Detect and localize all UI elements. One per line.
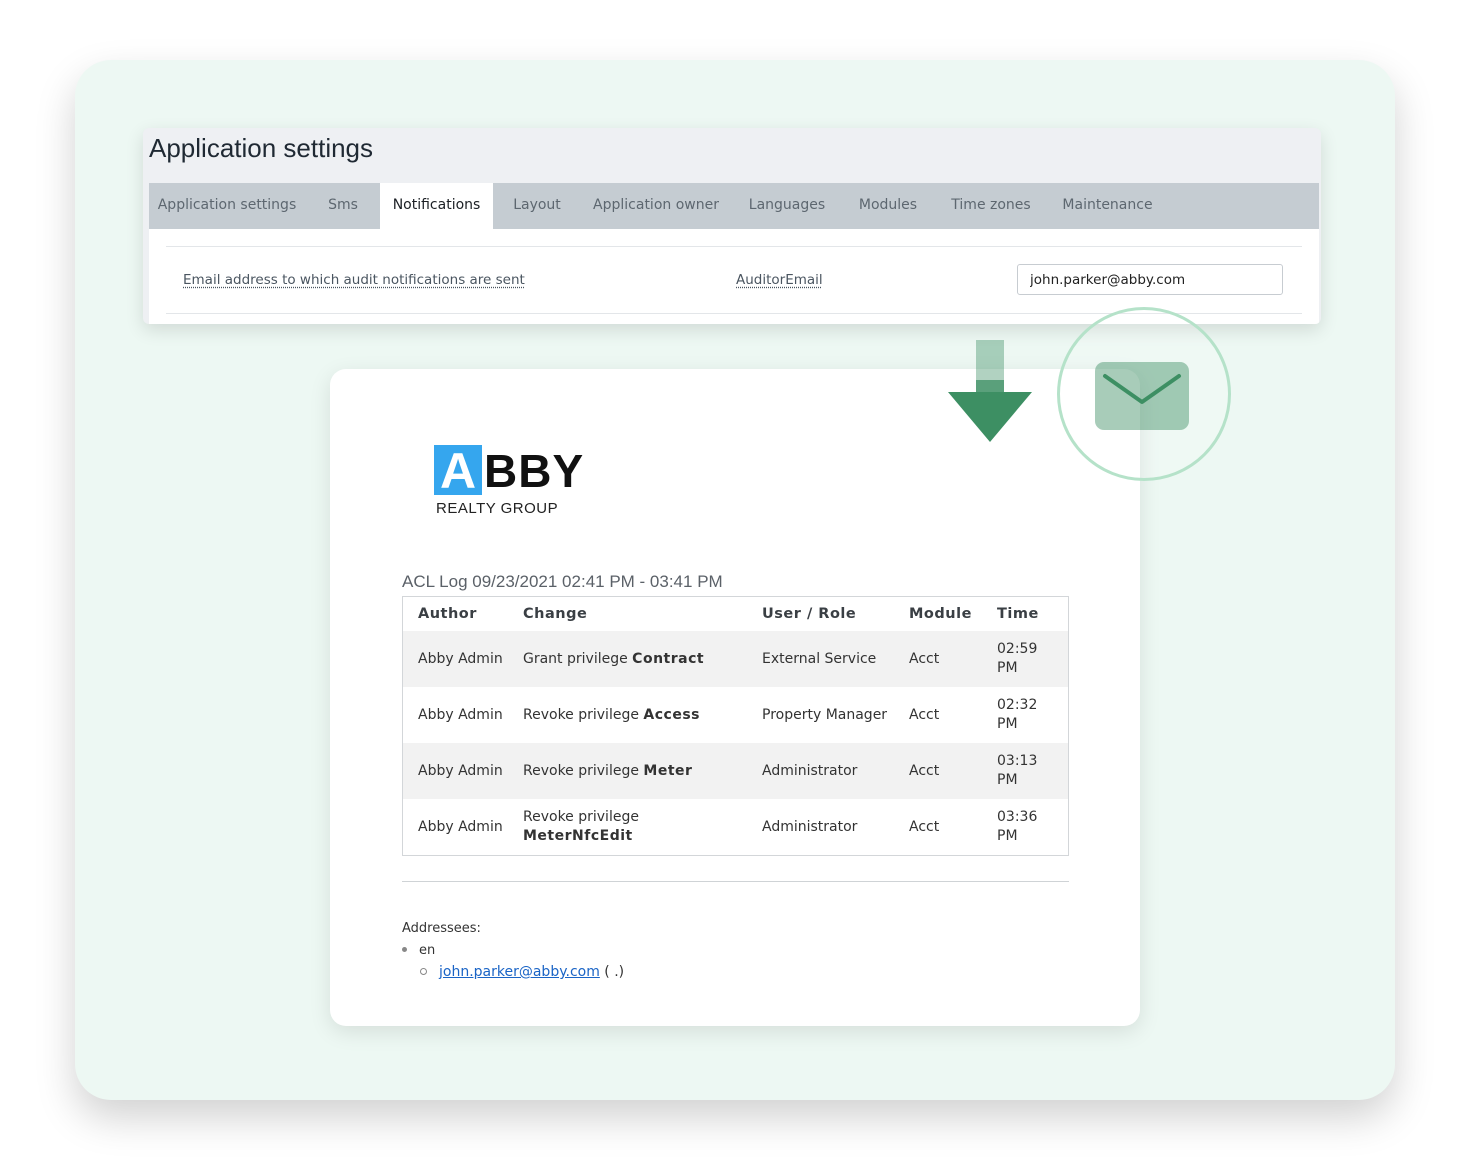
tab-languages[interactable]: Languages (731, 183, 843, 229)
cell-module: Acct (909, 650, 940, 667)
tab-sms[interactable]: Sms (305, 183, 381, 229)
privilege-name: Meter (643, 762, 693, 779)
bullet-icon (420, 967, 427, 975)
log-title: ACL Log 09/23/2021 02:41 PM - 03:41 PM (402, 572, 723, 591)
table-row: Abby Admin Revoke privilege Access Prope… (402, 687, 1069, 743)
table-row: Abby Admin Grant privilege Contract Exte… (402, 631, 1069, 687)
column-header-author: Author (418, 606, 477, 622)
cell-role: Administrator (762, 762, 858, 779)
table-header-row: Author Change User / Role Module Time (403, 597, 1069, 632)
tab-maintenance[interactable]: Maintenance (1049, 183, 1166, 229)
addressee-language-item: en (402, 943, 435, 958)
acl-log-table: Author Change User / Role Module Time Ab… (402, 596, 1069, 856)
change-action: Revoke privilege (523, 706, 639, 723)
cell-time: 02:32 PM (997, 697, 1038, 732)
divider (166, 246, 1302, 247)
setting-description: Email address to which audit notificatio… (183, 272, 525, 288)
addressee-language: en (419, 943, 436, 958)
privilege-name: MeterNfcEdit (523, 828, 633, 844)
cell-author: Abby Admin (418, 762, 503, 779)
privilege-name: Contract (632, 650, 705, 667)
addressees-title: Addressees: (402, 921, 481, 936)
cell-module: Acct (909, 818, 940, 835)
cell-time: 03:36 PM (997, 809, 1038, 844)
logo-subtitle: REALTY GROUP (436, 500, 559, 517)
cell-role: Administrator (762, 818, 858, 835)
tab-application-settings[interactable]: Application settings (149, 183, 305, 229)
bullet-icon (402, 947, 407, 952)
tab-notifications[interactable]: Notifications (380, 183, 493, 229)
cell-author: Abby Admin (418, 818, 503, 835)
table-row: Abby Admin Revoke privilege Meter Admini… (402, 743, 1069, 799)
cell-author: Abby Admin (418, 650, 503, 667)
column-header-module: Module (909, 606, 972, 622)
cell-role: Property Manager (762, 706, 888, 723)
addressee-suffix: ( .) (604, 964, 625, 980)
tab-bar: Application settings Sms Notifications L… (149, 183, 1319, 229)
envelope-icon (1095, 362, 1189, 430)
column-header-change: Change (523, 606, 588, 622)
table-row: Abby Admin Revoke privilege MeterNfcEdit… (402, 799, 1069, 856)
change-action: Grant privilege (523, 650, 628, 667)
logo-mark: A (434, 445, 482, 497)
tab-time-zones[interactable]: Time zones (933, 183, 1049, 229)
cell-change: Revoke privilege Access (508, 687, 747, 743)
setting-key: AuditorEmail (736, 272, 823, 288)
tab-layout[interactable]: Layout (493, 183, 581, 229)
addressee-email-item: john.parker@abby.com ( .) (420, 964, 624, 980)
auditor-email-input[interactable] (1017, 264, 1283, 295)
cell-module: Acct (909, 762, 940, 779)
column-header-role: User / Role (762, 606, 857, 622)
arrow-down-icon (948, 340, 1032, 442)
cell-module: Acct (909, 706, 940, 723)
cell-change: Revoke privilege MeterNfcEdit (508, 799, 747, 856)
cell-time: 03:13 PM (997, 753, 1038, 788)
cell-time: 02:59 PM (997, 641, 1038, 676)
cell-change: Revoke privilege Meter (508, 743, 747, 799)
email-preview-card: A BBY REALTY GROUP ACL Log 09/23/2021 02… (330, 369, 1140, 1026)
tab-modules[interactable]: Modules (843, 183, 933, 229)
change-action: Revoke privilege (523, 762, 639, 779)
cell-change: Grant privilege Contract (508, 631, 747, 687)
logo-wordmark: BBY (484, 445, 585, 497)
company-logo: A BBY REALTY GROUP (434, 445, 584, 519)
addressee-email-link[interactable]: john.parker@abby.com (439, 964, 600, 980)
page-title: Application settings (149, 133, 374, 163)
change-action: Revoke privilege (523, 809, 639, 825)
divider (402, 881, 1069, 882)
column-header-time: Time (997, 606, 1039, 622)
privilege-name: Access (643, 706, 700, 723)
cell-author: Abby Admin (418, 706, 503, 723)
settings-panel: Application settings Application setting… (143, 128, 1321, 324)
cell-role: External Service (762, 650, 877, 667)
tab-application-owner[interactable]: Application owner (581, 183, 731, 229)
